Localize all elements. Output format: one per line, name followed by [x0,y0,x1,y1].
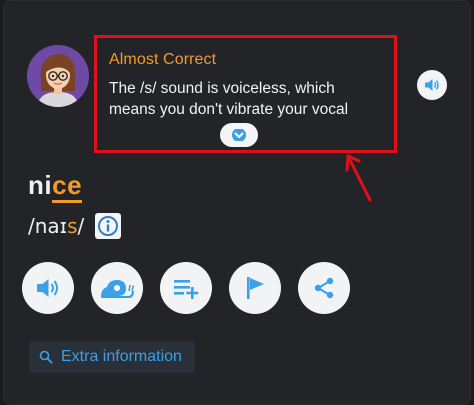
feedback-line-2: means you don't vibrate your vocal [109,101,349,118]
play-audio-button[interactable] [22,262,74,314]
share-button[interactable] [298,262,350,314]
phonetic-transcription: /naɪs/ [28,214,84,238]
flag-icon [247,277,264,299]
phonetic-after: / [77,214,85,238]
play-feedback-audio-button[interactable] [417,70,447,100]
feedback-message: The /s/ sound is voiceless, which means … [109,78,394,120]
flag-button[interactable] [229,262,281,314]
search-icon [39,350,53,364]
phonetic-highlight: s [67,214,78,238]
word-plain: ni [28,170,53,200]
info-icon [98,216,118,236]
phonetic-before: /naɪ [28,214,68,238]
play-slow-button[interactable] [91,262,143,314]
tutor-avatar [27,45,89,107]
speaker-icon [37,279,58,297]
annotation-arrow-icon [345,154,372,202]
avatar-illustration [27,45,89,107]
playlist-add-icon [174,280,199,299]
expand-feedback-button[interactable] [220,123,258,147]
snail-icon [101,280,135,298]
feedback-line-1: The /s/ sound is voiceless, which [109,80,335,97]
extra-information-label: Extra information [61,348,182,365]
chevron-down-icon [232,129,246,141]
practice-word: nice [28,170,83,203]
extra-information-button[interactable]: Extra information [29,341,195,373]
word-highlight: ce [52,170,83,203]
phonetic-info-button[interactable] [95,213,121,239]
share-icon [314,277,334,299]
speaker-icon [425,79,439,91]
add-to-list-button[interactable] [160,262,212,314]
feedback-title: Almost Correct [109,51,217,68]
